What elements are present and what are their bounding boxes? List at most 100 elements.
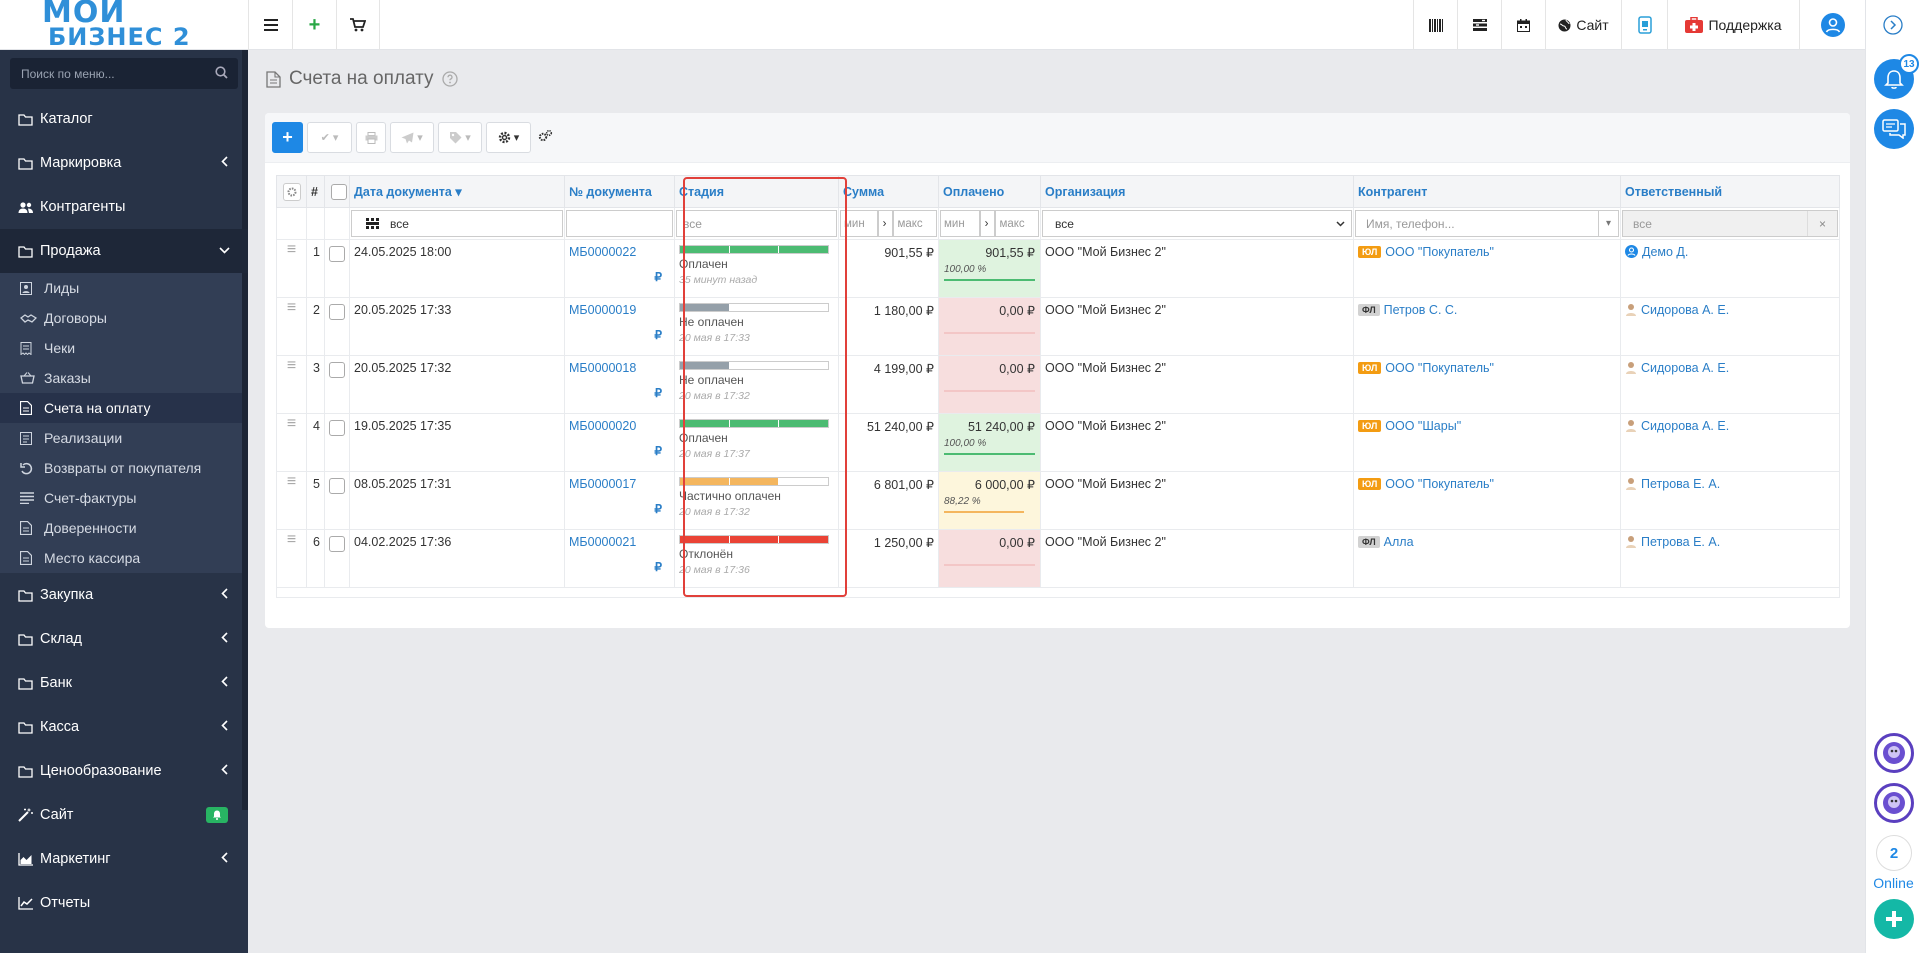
responsible-cell[interactable]: Демо Д. — [1620, 239, 1840, 298]
row-checkbox[interactable] — [329, 536, 345, 552]
drag-handle-icon[interactable]: ≡ — [281, 242, 302, 258]
contractor-cell[interactable]: ЮЛ ООО "Шары" — [1353, 413, 1621, 472]
sidebar-sub-invoice-factura[interactable]: Счет-фактуры — [0, 483, 248, 513]
doc-number-link[interactable]: МБ0000022 — [569, 245, 636, 259]
caret-down-icon[interactable]: ▾ — [1598, 211, 1618, 236]
col-header-organization[interactable]: Организация — [1040, 175, 1354, 208]
sidebar-item-marking[interactable]: Маркировка — [0, 141, 248, 185]
responsible-cell[interactable]: Петрова Е. А. — [1620, 471, 1840, 530]
sidebar-sub-contracts[interactable]: Договоры — [0, 303, 248, 333]
col-header-select-all[interactable] — [324, 175, 350, 208]
contractor-filter[interactable]: Имя, телефон... ▾ — [1355, 210, 1619, 237]
logo[interactable]: МОЙ БИЗНЕС 2 — [0, 0, 248, 50]
columns-settings-button[interactable] — [283, 182, 301, 201]
col-header-sum[interactable]: Сумма — [838, 175, 939, 208]
add-button[interactable]: + — [292, 0, 336, 50]
responsible-link[interactable]: Петрова Е. А. — [1641, 477, 1720, 491]
sum-max-input[interactable]: макс — [893, 210, 937, 237]
drag-handle-cell[interactable]: ≡ — [276, 413, 307, 472]
responsible-filter[interactable]: все × — [1622, 210, 1838, 237]
notifications-button[interactable]: 13 — [1874, 54, 1919, 99]
doc-number-cell[interactable]: МБ0000017 ₽ — [564, 471, 675, 530]
table-row[interactable]: ≡ 4 19.05.2025 17:35 МБ0000020 ₽ Оплачен … — [276, 413, 1840, 472]
sidebar-item-site[interactable]: Сайт — [0, 793, 248, 837]
table-row[interactable]: ≡ 5 08.05.2025 17:31 МБ0000017 ₽ Частично… — [276, 471, 1840, 530]
support-button[interactable]: Поддержка — [1667, 0, 1799, 50]
contractor-cell[interactable]: ФЛ Алла — [1353, 529, 1621, 588]
drag-handle-icon[interactable]: ≡ — [281, 300, 302, 316]
sidebar-sub-cashier[interactable]: Место кассира — [0, 543, 248, 573]
row-select-cell[interactable] — [324, 297, 350, 356]
quick-add-button[interactable] — [1874, 899, 1914, 939]
drag-handle-icon[interactable]: ≡ — [281, 358, 302, 374]
contractor-link[interactable]: ООО "Покупатель" — [1385, 361, 1494, 375]
table-row[interactable]: ≡ 3 20.05.2025 17:32 МБ0000018 ₽ Не оплач… — [276, 355, 1840, 414]
contractor-link[interactable]: ООО "Покупатель" — [1385, 245, 1494, 259]
app-button[interactable] — [1621, 0, 1667, 50]
drag-handle-cell[interactable]: ≡ — [276, 529, 307, 588]
sidebar-sub-sales[interactable]: Реализации — [0, 423, 248, 453]
clear-icon[interactable]: × — [1807, 211, 1837, 236]
sidebar-item-purchase[interactable]: Закупка — [0, 573, 248, 617]
tag-button[interactable]: ▾ — [438, 122, 482, 153]
cart-button[interactable] — [336, 0, 380, 50]
doc-number-link[interactable]: МБ0000020 — [569, 419, 636, 433]
sidebar-item-catalog[interactable]: Каталог — [0, 97, 248, 141]
responsible-cell[interactable]: Сидорова А. Е. — [1620, 297, 1840, 356]
row-checkbox[interactable] — [329, 304, 345, 320]
select-all-checkbox[interactable] — [331, 184, 347, 200]
col-header-date[interactable]: Дата документа ▾ — [349, 175, 565, 208]
sidebar-item-marketing[interactable]: Маркетинг — [0, 837, 248, 881]
row-select-cell[interactable] — [324, 471, 350, 530]
sidebar-sub-returns[interactable]: Возвраты от покупателя — [0, 453, 248, 483]
responsible-link[interactable]: Сидорова А. Е. — [1641, 303, 1729, 317]
tasks-button[interactable] — [1457, 0, 1501, 50]
search-icon[interactable] — [215, 66, 228, 79]
doc-number-filter[interactable] — [566, 210, 673, 237]
table-row[interactable]: ≡ 2 20.05.2025 17:33 МБ0000019 ₽ Не оплач… — [276, 297, 1840, 356]
bulk-settings-button[interactable] — [538, 129, 553, 146]
drag-handle-icon[interactable]: ≡ — [281, 474, 302, 490]
sidebar-item-cash[interactable]: Касса — [0, 705, 248, 749]
sidebar-sub-leads[interactable]: Лиды — [0, 273, 248, 303]
paid-max-input[interactable]: макс — [995, 210, 1039, 237]
row-checkbox[interactable] — [329, 362, 345, 378]
sidebar-item-pricing[interactable]: Ценообразование — [0, 749, 248, 793]
sidebar-sub-invoices[interactable]: Счета на оплату — [0, 393, 248, 423]
drag-handle-cell[interactable]: ≡ — [276, 297, 307, 356]
row-select-cell[interactable] — [324, 239, 350, 298]
contractor-cell[interactable]: ЮЛ ООО "Покупатель" — [1353, 355, 1621, 414]
sidebar-item-reports[interactable]: Отчеты — [0, 881, 248, 925]
sidebar-sub-powers[interactable]: Доверенности — [0, 513, 248, 543]
sidebar-sub-receipts[interactable]: Чеки — [0, 333, 248, 363]
row-select-cell[interactable] — [324, 529, 350, 588]
settings-dropdown-button[interactable]: ▾ — [486, 122, 531, 153]
print-button[interactable] — [356, 122, 386, 153]
assistant-avatar-2[interactable] — [1874, 783, 1914, 823]
responsible-cell[interactable]: Петрова Е. А. — [1620, 529, 1840, 588]
responsible-link[interactable]: Демо Д. — [1642, 245, 1688, 259]
chat-button[interactable] — [1874, 109, 1914, 149]
sidebar-item-bank[interactable]: Банк — [0, 661, 248, 705]
col-header-responsible[interactable]: Ответственный — [1620, 175, 1840, 208]
doc-number-cell[interactable]: МБ0000021 ₽ — [564, 529, 675, 588]
doc-number-link[interactable]: МБ0000017 — [569, 477, 636, 491]
contractor-link[interactable]: ООО "Покупатель" — [1385, 477, 1494, 491]
row-checkbox[interactable] — [329, 420, 345, 436]
create-invoice-button[interactable]: + — [272, 122, 303, 153]
doc-number-cell[interactable]: МБ0000022 ₽ — [564, 239, 675, 298]
drag-handle-cell[interactable]: ≡ — [276, 239, 307, 298]
row-select-cell[interactable] — [324, 413, 350, 472]
columns-settings-cell[interactable] — [276, 175, 307, 208]
sidebar-item-contractors[interactable]: Контрагенты — [0, 185, 248, 229]
paid-min-input[interactable]: мин — [940, 210, 980, 237]
send-button[interactable]: ▾ — [390, 122, 434, 153]
responsible-cell[interactable]: Сидорова А. Е. — [1620, 413, 1840, 472]
menu-toggle-button[interactable] — [248, 0, 292, 50]
calendar-button[interactable] — [1501, 0, 1545, 50]
contractor-link[interactable]: Петров С. С. — [1384, 303, 1458, 317]
contractor-cell[interactable]: ЮЛ ООО "Покупатель" — [1353, 471, 1621, 530]
online-count[interactable]: 2 — [1876, 835, 1912, 871]
assistant-avatar-1[interactable] — [1874, 733, 1914, 773]
user-menu-button[interactable] — [1799, 0, 1865, 50]
